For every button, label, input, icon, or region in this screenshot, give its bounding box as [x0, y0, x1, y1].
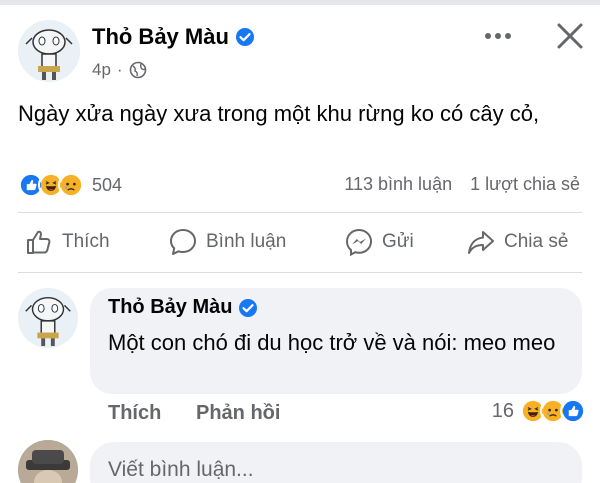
divider	[18, 272, 582, 273]
share-button-label: Chia sẻ	[504, 231, 569, 252]
send-button[interactable]: Gửi	[344, 224, 414, 260]
top-divider	[0, 0, 600, 5]
post-meta: 4p ·	[92, 60, 147, 80]
more-options-icon[interactable]	[480, 22, 516, 50]
share-button[interactable]: Chia sẻ	[466, 224, 568, 260]
comment-reactions-summary[interactable]: 16	[491, 398, 586, 424]
thumbs-up-icon	[27, 230, 51, 254]
post-author-name[interactable]: Thỏ Bảy Màu	[92, 24, 229, 50]
comment-input-placeholder: Viết bình luận...	[108, 458, 254, 481]
messenger-icon	[345, 228, 373, 257]
author-avatar[interactable]	[18, 20, 80, 82]
like-button[interactable]: Thích	[24, 224, 110, 260]
comment-author-name[interactable]: Thỏ Bảy Màu	[108, 296, 232, 319]
verified-badge-icon	[239, 298, 258, 317]
like-icon	[560, 398, 586, 424]
globe-icon	[129, 61, 146, 79]
comment-author-avatar[interactable]	[18, 288, 78, 348]
comments-count[interactable]: 113 bình luận	[344, 174, 452, 195]
comment-like-button[interactable]: Thích	[108, 402, 161, 425]
meta-separator: ·	[116, 60, 123, 79]
post-text: Ngày xửa ngày xưa trong một khu rừng ko …	[18, 101, 540, 126]
comment-author[interactable]: Thỏ Bảy Màu	[108, 296, 258, 319]
post-time[interactable]: 4p	[92, 60, 111, 80]
post-stats: 113 bình luận 1 lượt chia sẻ	[344, 174, 580, 195]
post-author[interactable]: Thỏ Bảy Màu	[92, 24, 255, 50]
comment-reaction-count: 16	[491, 399, 514, 422]
comment-reply-button[interactable]: Phản hồi	[196, 402, 280, 425]
post-reactions-summary[interactable]: 504	[18, 172, 122, 198]
send-button-label: Gửi	[382, 231, 414, 252]
comment-bubble-icon	[170, 229, 196, 255]
shares-count[interactable]: 1 lượt chia sẻ	[470, 174, 580, 195]
like-button-label: Thích	[62, 231, 110, 252]
close-icon[interactable]	[552, 18, 588, 54]
sad-icon	[58, 172, 84, 198]
comment-button[interactable]: Bình luận	[168, 224, 286, 260]
share-arrow-icon	[468, 231, 494, 254]
comment-text: Một con chó đi du học trở về và nói: meo…	[108, 330, 556, 355]
current-user-avatar[interactable]	[18, 440, 78, 483]
post-reaction-count[interactable]: 504	[92, 175, 122, 196]
divider	[18, 212, 582, 213]
comment-button-label: Bình luận	[206, 231, 287, 252]
verified-badge-icon	[235, 28, 254, 46]
